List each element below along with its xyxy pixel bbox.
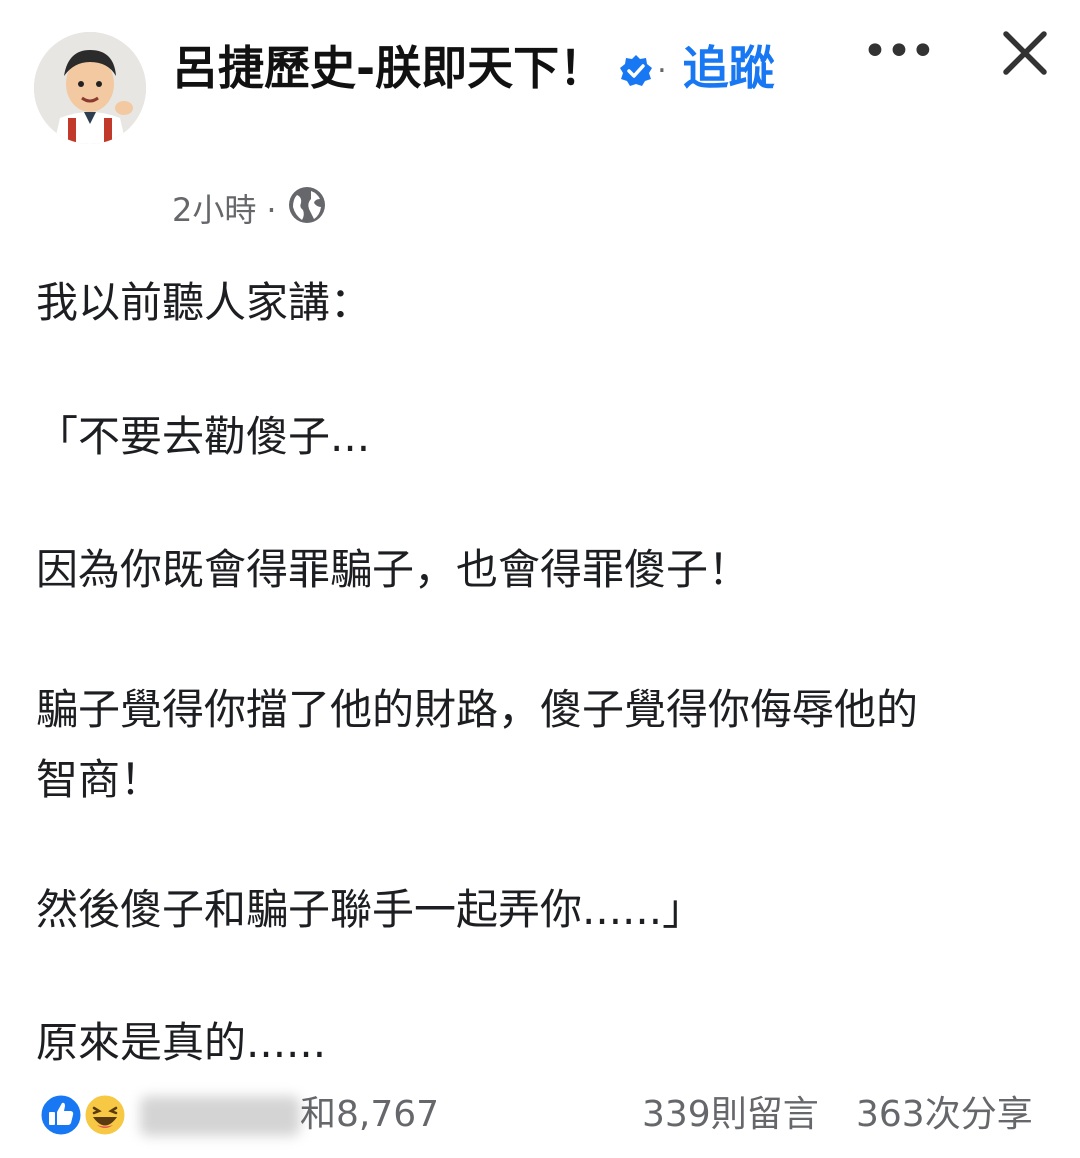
post-paragraph: 原來是真的...... [36, 1018, 327, 1067]
verified-badge-icon [619, 32, 653, 112]
avatar-cartoon-image [34, 32, 146, 144]
post-paragraph: 騙子覺得你擋了他的財路，傻子覺得你侮辱他的 智商！ [36, 685, 919, 804]
post-paragraph: 我以前聽人家講： [36, 278, 373, 327]
shares-count[interactable]: 363次分享 [856, 1090, 1033, 1140]
follow-button[interactable]: 追蹤 [683, 41, 775, 95]
haha-icon [82, 1092, 128, 1138]
meta-separator: · [266, 191, 277, 229]
reaction-icons[interactable] [38, 1092, 134, 1138]
comments-count[interactable]: 339則留言 [642, 1090, 819, 1140]
avatar[interactable] [34, 32, 146, 144]
header-separator: · [657, 53, 667, 89]
close-button[interactable] [998, 26, 1052, 80]
page-name[interactable]: 呂捷歷史-朕即天下！ [172, 41, 605, 95]
globe-icon [287, 185, 327, 236]
page-title-block: 呂捷歷史-朕即天下！ · 追蹤 [172, 28, 812, 112]
post-footer: 和8,767 339則留言 363次分享 [38, 1090, 1058, 1140]
more-options-button[interactable]: ••• [862, 30, 936, 74]
post-timestamp[interactable]: 2小時 [172, 188, 256, 232]
post-paragraph: 「不要去勸傻子... [36, 412, 371, 461]
reaction-count[interactable]: 和8,767 [300, 1090, 439, 1140]
blurred-names [140, 1096, 300, 1136]
post-paragraph: 然後傻子和騙子聯手一起弄你......」 [36, 885, 705, 934]
post-paragraph: 因為你既會得罪騙子，也會得罪傻子！ [36, 545, 751, 594]
post-meta: 2小時 · [172, 186, 327, 232]
close-icon [1003, 31, 1047, 75]
like-icon [38, 1092, 84, 1138]
